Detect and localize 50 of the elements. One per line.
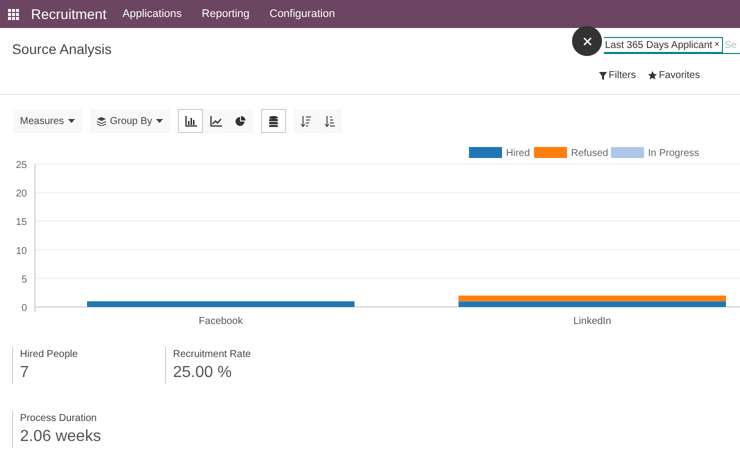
pie-chart-icon	[235, 116, 246, 126]
chart-type-button[interactable]	[178, 109, 204, 133]
sort-descending-button[interactable]	[294, 109, 318, 133]
database-icon	[269, 116, 278, 126]
apps-grid-icon[interactable]	[8, 8, 19, 20]
axis-tick-label: 15	[16, 217, 27, 228]
menu-item[interactable]: Applications	[122, 6, 182, 22]
bar-chart-icon	[184, 116, 197, 126]
filters-button[interactable]: Filters	[598, 68, 636, 83]
stat-value: 2.06 weeks	[20, 427, 102, 447]
stat-label: Recruitment Rate	[173, 348, 252, 362]
category-label: Facebook	[198, 316, 243, 327]
sort-descending-icon	[301, 116, 312, 126]
favorites-button[interactable]: Favorites	[648, 68, 700, 83]
caret-icon	[68, 119, 75, 123]
stat-value: 7	[20, 363, 30, 383]
close-icon	[582, 36, 592, 46]
stat-value: 25.00 %	[173, 363, 233, 383]
remove-facet-icon[interactable]: ×	[714, 38, 720, 52]
search-facet[interactable]: Last 365 Days Applicant ×	[604, 37, 723, 53]
filter-icon	[598, 72, 607, 80]
search-field[interactable]: Last 365 Days Applicant × Se	[604, 37, 740, 54]
axis-tick-label: 25	[16, 160, 27, 171]
sort-ascending-button[interactable]	[318, 109, 342, 133]
menu-item[interactable]: Reporting	[202, 6, 250, 22]
stat-label: Process Duration	[20, 412, 98, 426]
app-name[interactable]: Recruitment	[31, 4, 106, 24]
stat-label: Hired People	[20, 348, 79, 362]
star-icon	[648, 71, 657, 80]
axis-tick-label: 20	[16, 188, 27, 200]
caret-icon	[156, 119, 164, 123]
measures-dropdown[interactable]: Measures	[13, 109, 82, 133]
axis-tick-label: 0	[21, 303, 27, 314]
sort-ascending-icon	[325, 116, 336, 126]
stacked-toggle[interactable]	[261, 109, 286, 133]
close-button[interactable]	[572, 26, 602, 56]
layers-icon	[96, 116, 106, 126]
line-chart-icon	[210, 116, 222, 126]
chart-type-button[interactable]	[228, 109, 254, 133]
axis-tick-label: 10	[16, 246, 27, 257]
page-title: Source Analysis	[12, 40, 112, 59]
legend-label: In Progress	[648, 148, 700, 159]
menu-item[interactable]: Configuration	[270, 6, 335, 22]
legend-label: Hired	[506, 148, 530, 159]
chart-type-button[interactable]	[203, 109, 228, 133]
legend-label: Refused	[571, 148, 608, 159]
group-by-dropdown[interactable]: Group By	[90, 109, 170, 133]
axis-tick-label: 5	[21, 274, 27, 286]
category-label: LinkedIn	[573, 316, 612, 327]
search-input[interactable]: Se	[724, 38, 738, 52]
